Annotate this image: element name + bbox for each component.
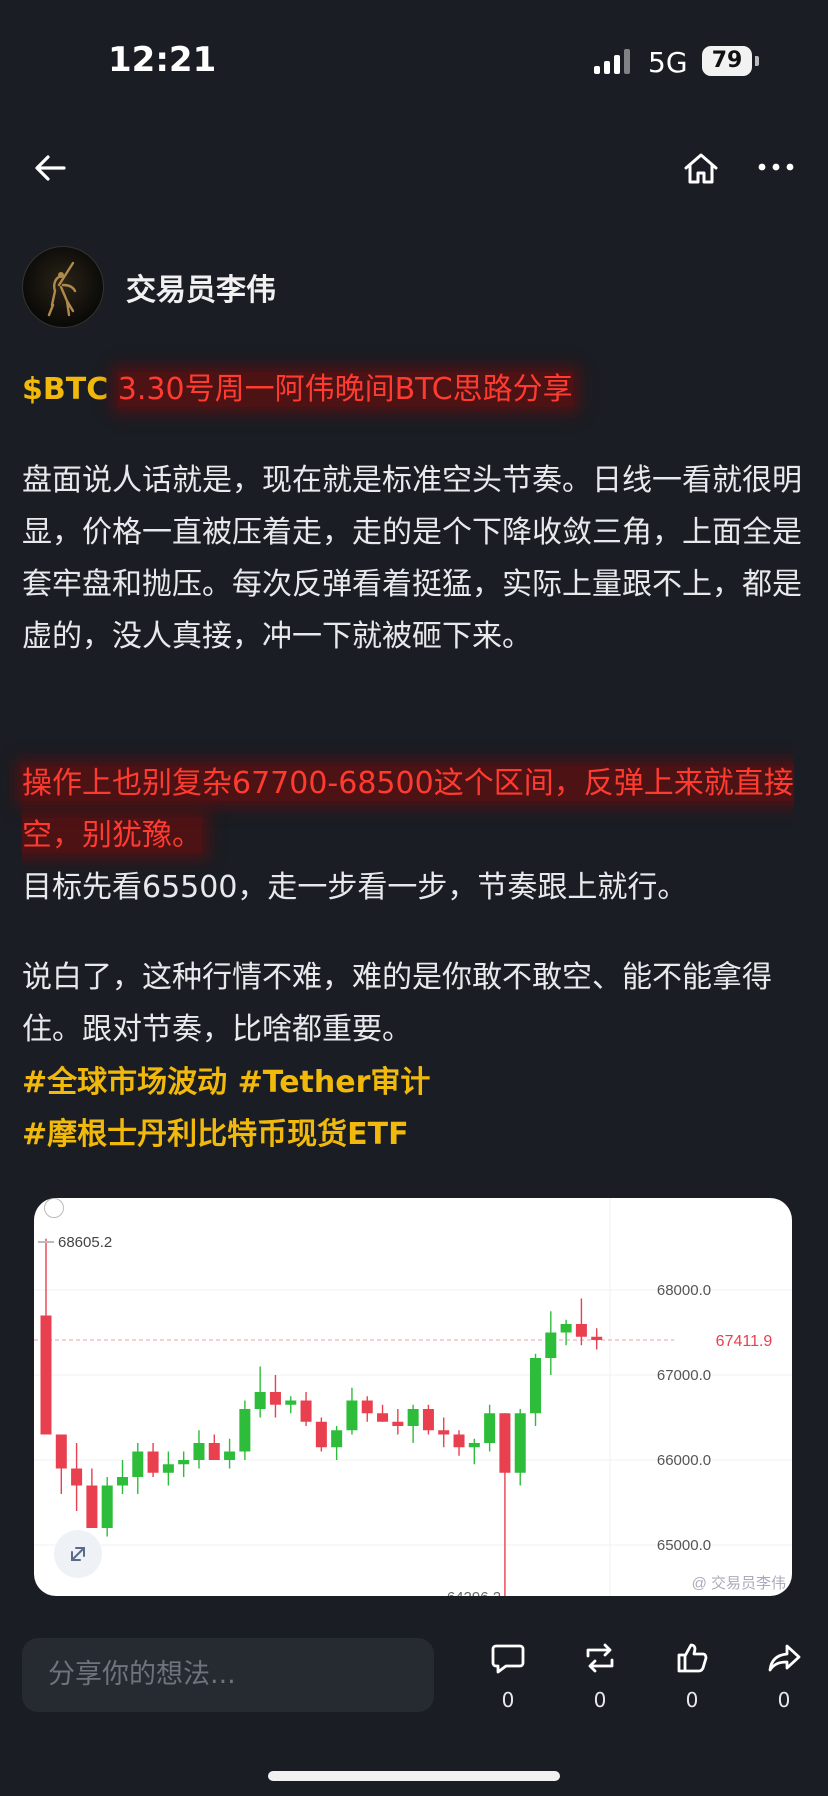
post-highlight-strategy: 操作上也别复杂67700-68500这个区间，反弹上来就直接空，别犹豫。 [22,766,794,853]
hashtag-link[interactable]: #全球市场波动 [22,1065,227,1100]
candle-body [499,1413,511,1473]
share-button[interactable]: 0 [754,1638,814,1712]
candle-body [315,1421,327,1448]
avatar[interactable] [22,246,104,328]
expand-icon[interactable] [54,1530,102,1578]
price-chart-card[interactable]: 68000.0 67000.0 66000.0 65000.0 67411.9 68605… [34,1198,792,1596]
y-tick-label: 68000.0 [657,1282,711,1299]
candle-body [560,1324,572,1333]
candle-body [86,1485,98,1528]
candle-body [591,1336,603,1340]
candle-body [178,1460,190,1465]
y-tick-label: 67000.0 [657,1367,711,1384]
low-price-label: 64296.2 [447,1589,501,1596]
share-count: 0 [777,1688,791,1712]
candle-body [407,1409,419,1426]
high-price-label: 68605.2 [58,1234,112,1251]
candle-body [71,1468,83,1486]
candle-body [239,1409,251,1452]
candle-body [468,1443,480,1448]
home-indicator [268,1771,560,1781]
candle-body [269,1392,281,1405]
candle-body [530,1358,542,1414]
candle-body [101,1485,113,1528]
collapse-chevron-icon[interactable] [44,1198,64,1218]
chart-watermark: @ 交易员李伟 [691,1575,786,1592]
y-tick-label: 66000.0 [657,1452,711,1469]
post-paragraph-2: 操作上也别复杂67700-68500这个区间，反弹上来就直接空，别犹豫。 目标先… [22,758,808,914]
y-tick-label: 65000.0 [657,1537,711,1554]
candle-body [224,1451,236,1460]
hashtag-link[interactable]: #摩根士丹利比特币现货ETF [22,1117,409,1152]
post-headline-line: $BTC 3.30号周一阿伟晚间BTC思路分享 [22,364,812,416]
comment-icon [491,1644,525,1674]
candle-body [331,1430,343,1448]
back-arrow-icon[interactable] [30,148,70,192]
candle-body [300,1400,312,1422]
candle-body [193,1443,205,1460]
comment-button[interactable]: 0 [478,1638,538,1712]
post-paragraph-3: 说白了，这种行情不难，难的是你敢不敢空、能不能拿得住。跟对节奏，比啥都重要。 [22,960,772,1047]
repost-count: 0 [593,1688,607,1712]
candle-body [438,1430,450,1435]
repost-icon [586,1643,614,1673]
candle-body [453,1434,465,1448]
signal-icon [594,48,630,74]
candle-body [514,1413,526,1473]
cashtag-link[interactable]: $BTC [22,372,108,407]
candlestick-chart: 68000.0 67000.0 66000.0 65000.0 67411.9 68605… [34,1198,792,1596]
candle-body [55,1434,67,1469]
battery-icon: 79 [702,46,759,76]
candle-body [162,1464,174,1473]
candle-body [116,1477,128,1486]
thumbs-up-icon [677,1643,708,1673]
candle-body [40,1315,52,1435]
post-headline: 3.30号周一阿伟晚间BTC思路分享 [117,372,573,407]
author-name[interactable]: 交易员李伟 [126,265,276,309]
candle-body [545,1332,557,1358]
polo-logo-icon [47,261,77,317]
more-dots-icon[interactable] [756,152,796,186]
candle-body [377,1413,389,1422]
candle-body [254,1392,266,1409]
comment-count: 0 [501,1688,515,1712]
candle-body [361,1400,373,1414]
like-count: 0 [685,1688,699,1712]
candle-body [285,1400,297,1405]
share-arrow-icon [768,1644,801,1672]
status-time: 12:21 [108,40,217,80]
hashtag-link[interactable]: #Tether审计 [238,1065,431,1100]
author-row[interactable]: 交易员李伟 [22,246,276,328]
post-target: 目标先看65500，走一步看一步，节奏跟上就行。 [22,870,688,905]
repost-button[interactable]: 0 [570,1638,630,1712]
comment-input[interactable]: 分享你的想法... [22,1638,434,1712]
candle-body [346,1400,358,1431]
status-bar: 12:21 5G 79 [0,0,828,124]
top-nav [0,140,828,200]
hashtags: #全球市场波动 #Tether审计 #摩根士丹利比特币现货ETF [22,1057,812,1161]
candle-body [422,1409,434,1431]
candle-body [208,1443,220,1460]
home-icon[interactable] [680,148,722,194]
candle-body [392,1421,404,1426]
candle-body [132,1451,144,1477]
candle-body [484,1413,496,1443]
network-label: 5G [648,46,688,79]
candle-body [575,1324,587,1337]
current-price-label: 67411.9 [716,1333,773,1350]
like-button[interactable]: 0 [662,1638,722,1712]
bottom-action-bar: 分享你的想法... 0 0 0 0 [0,1614,828,1796]
post-paragraph-1: 盘面说人话就是，现在就是标准空头节奏。日线一看就很明显，价格一直被压着走，走的是… [22,463,802,654]
candle-body [147,1451,159,1473]
